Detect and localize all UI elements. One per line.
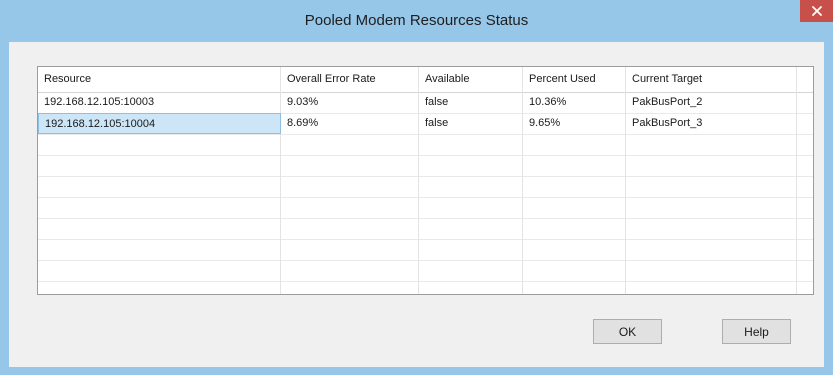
table-row[interactable]: 192.168.12.105:10004 8.69% false 9.65% PakBu… [38, 113, 813, 135]
table-row[interactable]: 192.168.12.105:10003 9.03% false 10.36% PakB… [38, 92, 813, 114]
table-cell[interactable] [419, 134, 523, 155]
empty-table-row[interactable] [38, 155, 813, 177]
table-cell[interactable] [419, 197, 523, 218]
column-header-current-target[interactable]: Current Target [626, 67, 797, 92]
dialog-body: Resource Overall Error Rate Available Pe… [9, 42, 824, 367]
table-cell[interactable] [626, 260, 797, 281]
table-cell[interactable] [626, 239, 797, 260]
table-cell[interactable] [38, 260, 281, 281]
table-cell[interactable] [419, 260, 523, 281]
table-cell[interactable]: 192.168.12.105:10003 [38, 92, 281, 113]
ok-button[interactable]: OK [593, 319, 662, 344]
table-cell[interactable] [38, 155, 281, 176]
table-cell[interactable] [626, 218, 797, 239]
table-cell[interactable] [626, 197, 797, 218]
table-cell[interactable] [626, 176, 797, 197]
empty-table-row[interactable] [38, 260, 813, 282]
table-cell[interactable] [281, 176, 419, 197]
table-cell[interactable]: PakBusPort_2 [626, 92, 797, 113]
dialog-window: Pooled Modem Resources Status Resource O… [0, 0, 833, 375]
close-button[interactable] [800, 0, 833, 22]
table-cell[interactable] [797, 239, 813, 260]
table-cell[interactable] [626, 155, 797, 176]
window-title: Pooled Modem Resources Status [304, 12, 529, 29]
table-cell[interactable] [797, 281, 813, 294]
table-cell[interactable]: 9.65% [523, 113, 626, 134]
table-cell[interactable] [38, 218, 281, 239]
close-icon [811, 6, 822, 16]
table-cell[interactable] [281, 281, 419, 294]
title-bar[interactable]: Pooled Modem Resources Status [0, 0, 833, 42]
resources-grid[interactable]: Resource Overall Error Rate Available Pe… [37, 66, 814, 295]
table-cell[interactable] [626, 281, 797, 294]
table-cell[interactable] [797, 155, 813, 176]
table-cell[interactable] [38, 239, 281, 260]
table-cell[interactable] [797, 218, 813, 239]
table-cell[interactable] [797, 176, 813, 197]
table-cell[interactable] [523, 155, 626, 176]
table-cell[interactable] [281, 197, 419, 218]
help-button[interactable]: Help [722, 319, 791, 344]
table-cell[interactable] [523, 239, 626, 260]
table-cell[interactable] [797, 260, 813, 281]
empty-table-row[interactable] [38, 134, 813, 156]
table-cell[interactable] [419, 281, 523, 294]
empty-table-row[interactable] [38, 176, 813, 198]
table-cell[interactable] [281, 260, 419, 281]
table-cell[interactable] [38, 281, 281, 294]
grid-header: Resource Overall Error Rate Available Pe… [38, 67, 813, 93]
selected-table-cell[interactable]: 192.168.12.105:10004 [38, 113, 281, 134]
table-cell[interactable] [419, 155, 523, 176]
empty-table-row[interactable] [38, 239, 813, 261]
table-cell[interactable] [523, 281, 626, 294]
empty-table-row[interactable] [38, 218, 813, 240]
table-cell[interactable]: 8.69% [281, 113, 419, 134]
empty-table-row[interactable] [38, 197, 813, 219]
table-cell[interactable] [38, 197, 281, 218]
column-header-resource[interactable]: Resource [38, 67, 281, 92]
table-cell[interactable]: 9.03% [281, 92, 419, 113]
empty-table-row[interactable] [38, 281, 813, 294]
table-cell[interactable] [797, 197, 813, 218]
column-header-available[interactable]: Available [419, 67, 523, 92]
table-cell[interactable]: false [419, 92, 523, 113]
table-cell[interactable] [797, 92, 813, 113]
table-cell[interactable] [797, 113, 813, 134]
table-cell[interactable] [38, 176, 281, 197]
column-header-overall-error-rate[interactable]: Overall Error Rate [281, 67, 419, 92]
table-cell[interactable] [419, 218, 523, 239]
table-cell[interactable]: false [419, 113, 523, 134]
table-cell[interactable] [281, 239, 419, 260]
table-cell[interactable] [38, 134, 281, 155]
table-cell[interactable] [523, 260, 626, 281]
table-cell[interactable] [523, 134, 626, 155]
table-cell[interactable] [281, 155, 419, 176]
table-cell[interactable]: PakBusPort_3 [626, 113, 797, 134]
table-cell[interactable] [523, 176, 626, 197]
column-header-percent-used[interactable]: Percent Used [523, 67, 626, 92]
table-cell[interactable] [281, 134, 419, 155]
table-cell[interactable] [797, 134, 813, 155]
table-cell[interactable] [523, 218, 626, 239]
table-cell[interactable] [523, 197, 626, 218]
table-cell[interactable] [419, 176, 523, 197]
column-header-filler [797, 67, 813, 92]
table-cell[interactable] [419, 239, 523, 260]
table-cell[interactable] [626, 134, 797, 155]
table-cell[interactable]: 10.36% [523, 92, 626, 113]
table-cell[interactable] [281, 218, 419, 239]
